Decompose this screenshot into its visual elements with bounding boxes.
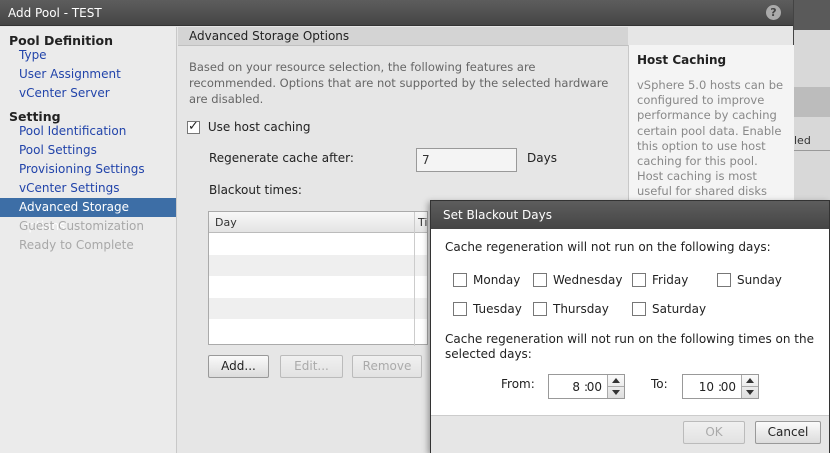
dialog-footer: OK Cancel	[431, 415, 829, 453]
wednesday-label: Wednesday	[553, 272, 623, 287]
sidebar-item-pool-identification[interactable]: Pool Identification	[0, 122, 176, 141]
from-hour[interactable]: 8	[572, 380, 580, 394]
host-caching-info-panel: Host Caching vSphere 5.0 hosts can be co…	[628, 45, 794, 214]
from-label: From:	[501, 377, 535, 391]
info-panel-text: vSphere 5.0 hosts can be configured to i…	[637, 78, 784, 214]
sidebar-item-provisioning-settings[interactable]: Provisioning Settings	[0, 160, 176, 179]
thursday-label: Thursday	[553, 301, 609, 316]
info-panel-title: Host Caching	[637, 53, 727, 67]
wednesday-checkbox[interactable]	[533, 272, 547, 287]
times-prompt-line-2: selected days:	[445, 347, 532, 361]
day-sunday[interactable]: Sunday	[717, 272, 782, 287]
sunday-label: Sunday	[737, 272, 782, 287]
regenerate-cache-label: Regenerate cache after:	[209, 151, 354, 165]
day-tuesday[interactable]: Tuesday	[453, 301, 522, 316]
saturday-label: Saturday	[652, 301, 707, 316]
to-minute[interactable]: 00	[721, 380, 736, 394]
spinner-down-icon[interactable]	[746, 390, 754, 395]
sidebar-item-guest-customization: Guest Customization	[19, 219, 145, 233]
tuesday-checkbox[interactable]	[453, 301, 467, 316]
sidebar-group-pool-definition: Pool Definition	[9, 33, 114, 48]
days-unit-label: Days	[527, 151, 557, 165]
remove-button: Remove	[352, 355, 422, 378]
add-button[interactable]: Add...	[208, 355, 269, 378]
thursday-checkbox[interactable]	[533, 301, 547, 316]
help-icon[interactable]: ?	[766, 5, 781, 20]
background-partial-text: led	[794, 134, 811, 147]
day-thursday[interactable]: Thursday	[533, 301, 609, 316]
sidebar-item-type[interactable]: Type	[0, 46, 176, 65]
from-minute[interactable]: 00	[587, 380, 602, 394]
sunday-checkbox[interactable]	[717, 272, 731, 287]
blackout-times-table[interactable]: Day Ti	[208, 211, 428, 346]
sidebar-item-pool-settings[interactable]: Pool Settings	[0, 141, 176, 160]
to-hour[interactable]: 10	[699, 380, 714, 394]
from-time-spinner[interactable]	[607, 375, 624, 398]
table-header: Day Ti	[209, 212, 427, 346]
day-wednesday[interactable]: Wednesday	[533, 272, 622, 287]
to-label: To:	[651, 377, 668, 391]
sidebar-item-ready-to-complete: Ready to Complete	[19, 238, 134, 252]
friday-checkbox[interactable]	[632, 272, 646, 287]
ok-button: OK	[683, 421, 745, 444]
sidebar-item-vcenter-settings[interactable]: vCenter Settings	[0, 179, 176, 198]
edit-button: Edit...	[280, 355, 343, 378]
table-row	[209, 254, 427, 276]
friday-label: Friday	[652, 272, 689, 287]
sidebar-group-setting: Setting	[9, 109, 61, 124]
day-saturday[interactable]: Saturday	[632, 301, 706, 316]
spinner-up-icon[interactable]	[746, 378, 754, 383]
table-header-time[interactable]: Ti	[418, 216, 427, 229]
table-row	[209, 276, 427, 298]
spinner-up-icon[interactable]	[612, 378, 620, 383]
host-caching-label: Use host caching	[207, 120, 311, 134]
set-blackout-days-dialog: Set Blackout Days Cache regeneration wil…	[430, 200, 830, 453]
tuesday-label: Tuesday	[473, 301, 522, 316]
to-time-spinner[interactable]	[741, 375, 758, 398]
wizard-sidebar: Pool Definition Type User Assignment vCe…	[0, 27, 177, 453]
saturday-checkbox[interactable]	[632, 301, 646, 316]
spinner-divider	[608, 386, 624, 387]
column-separator	[414, 212, 415, 346]
dialog-body: Cache regeneration will not run on the f…	[431, 229, 829, 415]
sidebar-item-user-assignment[interactable]: User Assignment	[0, 65, 176, 84]
section-description: Based on your resource selection, the fo…	[189, 60, 609, 106]
table-row	[209, 319, 427, 341]
regenerate-cache-input[interactable]: 7	[416, 148, 517, 172]
table-header-day[interactable]: Day	[215, 216, 237, 229]
blackout-times-label: Blackout times:	[209, 183, 302, 197]
sidebar-item-vcenter-server[interactable]: vCenter Server	[0, 84, 176, 103]
monday-label: Monday	[473, 272, 521, 287]
host-caching-row[interactable]: Use host caching	[187, 119, 311, 134]
table-row	[209, 297, 427, 319]
table-row	[209, 233, 427, 255]
section-header: Advanced Storage Options	[178, 27, 628, 46]
days-prompt: Cache regeneration will not run on the f…	[445, 240, 771, 254]
window-titlebar: Add Pool - TEST ?	[0, 0, 793, 26]
background-divider	[794, 150, 830, 151]
from-time-input[interactable]: 8 : 00	[548, 374, 625, 399]
spinner-down-icon[interactable]	[612, 390, 620, 395]
times-prompt-line-1: Cache regeneration will not run on the f…	[445, 332, 814, 346]
to-time-input[interactable]: 10 : 00	[682, 374, 759, 399]
dialog-title: Set Blackout Days	[431, 201, 829, 229]
sidebar-item-advanced-storage-options[interactable]: Advanced Storage Options	[0, 198, 176, 233]
day-friday[interactable]: Friday	[632, 272, 688, 287]
cancel-button[interactable]: Cancel	[755, 421, 821, 444]
spinner-divider	[742, 386, 758, 387]
monday-checkbox[interactable]	[453, 272, 467, 287]
host-caching-checkbox[interactable]	[187, 119, 200, 134]
day-monday[interactable]: Monday	[453, 272, 520, 287]
background-panel-header	[794, 87, 830, 117]
window-title: Add Pool - TEST	[8, 6, 102, 20]
